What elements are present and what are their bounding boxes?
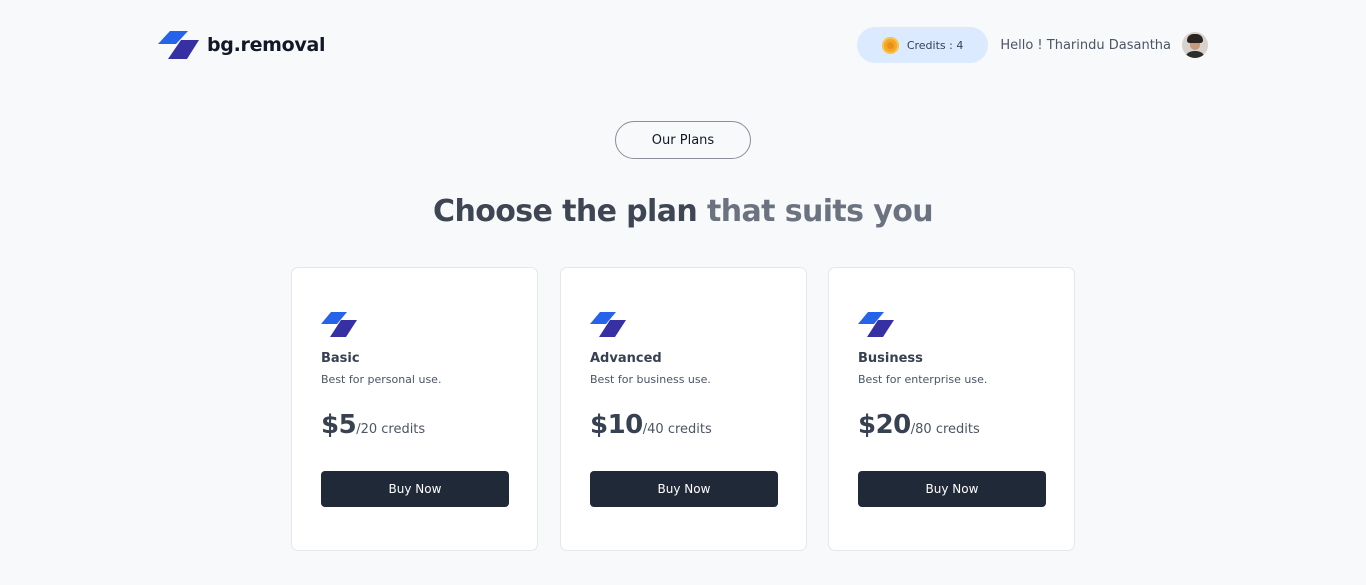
logo-icon bbox=[158, 31, 199, 59]
user-greeting: Hello ! Tharindu Dasantha bbox=[1000, 37, 1171, 53]
plan-price-amount: $10 bbox=[590, 410, 643, 440]
header-user-area: Credits : 4 Hello ! Tharindu Dasantha bbox=[856, 27, 1208, 63]
coin-icon bbox=[881, 36, 899, 54]
plan-card-basic: Basic Best for personal use. $5 /20 cred… bbox=[291, 267, 538, 551]
page-title: Choose the plan that suits you bbox=[0, 194, 1366, 229]
buy-now-button-business[interactable]: Buy Now bbox=[858, 471, 1046, 507]
plan-price: $10 /40 credits bbox=[590, 410, 712, 440]
plan-description: Best for personal use. bbox=[321, 373, 442, 386]
logo-text: bg.removal bbox=[207, 34, 326, 56]
plan-logo-icon bbox=[858, 312, 894, 337]
buy-now-button-basic[interactable]: Buy Now bbox=[321, 471, 509, 507]
plan-price-unit: /40 credits bbox=[642, 422, 712, 437]
plan-logo-icon bbox=[590, 312, 626, 337]
our-plans-badge: Our Plans bbox=[615, 121, 751, 159]
plan-logo-icon bbox=[321, 312, 357, 337]
plan-price: $20 /80 credits bbox=[858, 410, 980, 440]
plan-card-business: Business Best for enterprise use. $20 /8… bbox=[828, 267, 1075, 551]
plan-price: $5 /20 credits bbox=[321, 410, 425, 440]
buy-now-button-advanced[interactable]: Buy Now bbox=[590, 471, 778, 507]
plan-name: Basic bbox=[321, 351, 360, 366]
avatar[interactable] bbox=[1182, 32, 1208, 58]
pricing-page: bg.removal Credits : 4 Hello ! Tharindu … bbox=[0, 0, 1366, 585]
page-title-part2: that suits you bbox=[706, 194, 934, 229]
credits-label: Credits : 4 bbox=[906, 38, 964, 52]
plan-description: Best for business use. bbox=[590, 373, 711, 386]
plan-price-unit: /80 credits bbox=[910, 422, 980, 437]
plan-card-advanced: Advanced Best for business use. $10 /40 … bbox=[560, 267, 807, 551]
page-title-part1: Choose the plan bbox=[433, 194, 707, 229]
plan-name: Advanced bbox=[590, 351, 662, 366]
plan-price-amount: $20 bbox=[858, 410, 911, 440]
plan-name: Business bbox=[858, 351, 923, 366]
plan-price-unit: /20 credits bbox=[356, 422, 426, 437]
logo[interactable]: bg.removal bbox=[158, 31, 326, 59]
credits-button[interactable]: Credits : 4 bbox=[856, 27, 989, 63]
plan-description: Best for enterprise use. bbox=[858, 373, 988, 386]
plan-price-amount: $5 bbox=[321, 410, 357, 440]
